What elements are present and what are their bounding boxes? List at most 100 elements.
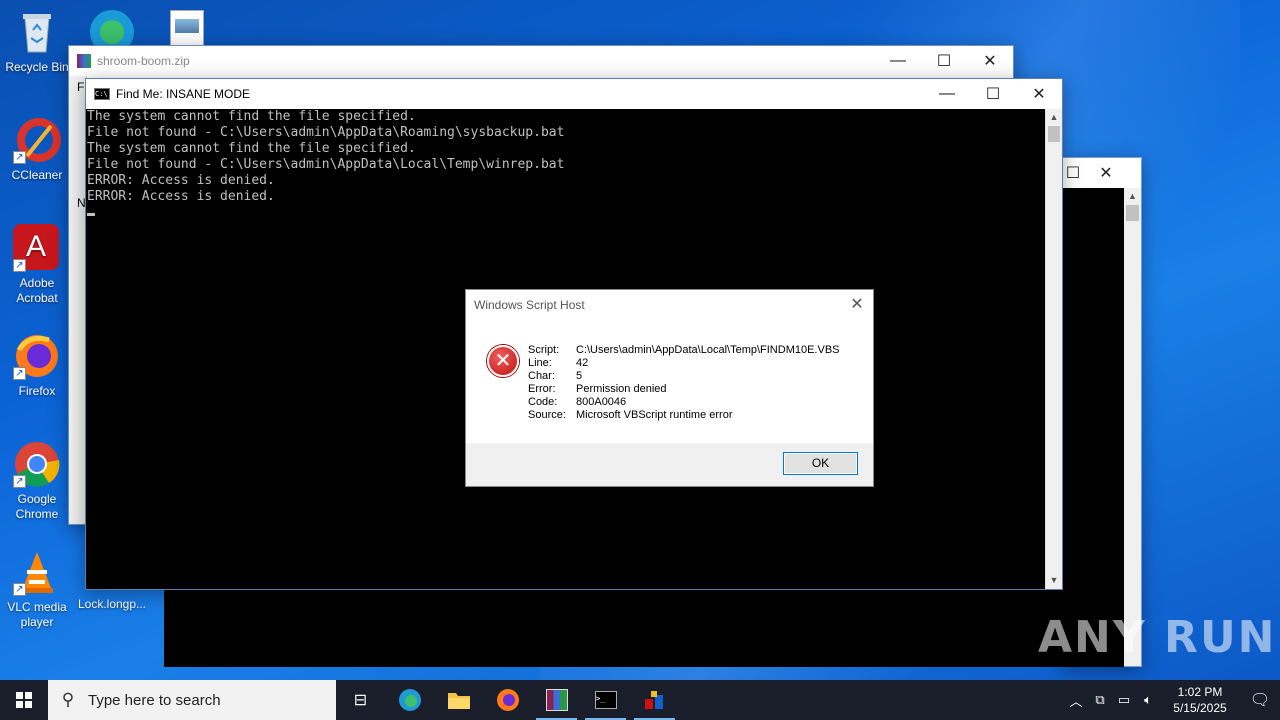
console-line: The system cannot find the file specifie… xyxy=(87,141,416,156)
close-button[interactable]: ✕ xyxy=(1016,79,1062,109)
minimize-icon: — xyxy=(939,85,955,102)
close-button[interactable]: ✕ xyxy=(967,46,1013,76)
desktop-icon-adobe-acrobat[interactable]: A ↗ Adobe Acrobat xyxy=(0,224,74,306)
field-value: C:\Users\admin\AppData\Local\Temp\FINDM1… xyxy=(576,344,840,356)
window-title: Find Me: INSANE MODE xyxy=(116,87,251,101)
console-line: File not found - C:\Users\admin\AppData\… xyxy=(87,125,565,140)
console-line: ERROR: Access is denied. xyxy=(87,173,275,188)
recycle-bin-icon xyxy=(13,8,61,56)
anyrun-watermark: ANY RUN xyxy=(1038,612,1277,663)
scroll-thumb[interactable] xyxy=(1048,126,1060,142)
close-icon: ✕ xyxy=(983,53,997,70)
error-details: Script: C:\Users\admin\AppData\Local\Temp… xyxy=(528,344,840,422)
field-label: Char: xyxy=(528,370,555,382)
taskbar-file-explorer-button[interactable] xyxy=(434,680,483,720)
desktop-icon-ccleaner[interactable]: ↗ CCleaner xyxy=(0,116,74,183)
search-placeholder: Type here to search xyxy=(88,691,221,709)
scroll-down-icon[interactable]: ▼ xyxy=(1046,572,1062,589)
edge-desktop-icon[interactable] xyxy=(86,6,138,54)
firefox-icon: ↗ xyxy=(13,332,61,380)
desktop-icon-label: Firefox xyxy=(18,384,56,398)
vertical-scrollbar[interactable]: ▲ ▼ xyxy=(1045,109,1062,589)
scroll-up-icon[interactable]: ▲ xyxy=(1046,109,1062,126)
close-icon: ✕ xyxy=(1032,86,1046,103)
maximize-icon: ☐ xyxy=(985,86,1001,103)
clock-time: 1:02 PM xyxy=(1177,685,1223,699)
firefox-icon xyxy=(496,689,519,711)
volume-icon[interactable]: 🔈︎ xyxy=(1136,692,1160,708)
taskbar-winrar-button[interactable] xyxy=(532,680,581,720)
chevron-up-icon[interactable]: ︿ xyxy=(1064,691,1088,710)
close-icon: ✕ xyxy=(1099,165,1113,182)
vertical-scrollbar[interactable]: ▲ xyxy=(1124,188,1141,666)
text-cursor xyxy=(87,213,95,216)
desktop-icon-vlc[interactable]: ↗ VLC media player xyxy=(0,548,74,630)
network-icon[interactable]: ⧉ xyxy=(1088,692,1112,708)
winrar-icon xyxy=(77,54,91,68)
field-value: 800A0046 xyxy=(576,396,627,408)
scroll-thumb[interactable] xyxy=(1126,205,1139,221)
adobe-acrobat-icon: A ↗ xyxy=(13,224,61,272)
titlebar: shroom-boom.zip — ☐ ✕ xyxy=(69,46,1013,76)
desktop-icon-firefox[interactable]: ↗ Firefox xyxy=(0,332,74,399)
field-label: Source: xyxy=(528,409,566,421)
maximize-button[interactable]: ☐ xyxy=(970,79,1016,109)
field-value: 5 xyxy=(576,370,583,382)
windows-logo-icon xyxy=(16,692,32,708)
field-label: Error: xyxy=(528,383,556,395)
task-view-button[interactable]: ⊟ xyxy=(336,680,385,720)
dialog-close-button[interactable]: ✕ xyxy=(847,294,867,316)
minimize-button[interactable]: — xyxy=(875,46,921,76)
dialog-title: Windows Script Host xyxy=(474,298,585,312)
desktop-icon-label: CCleaner xyxy=(11,168,63,182)
desktop-icon-recycle-bin[interactable]: Recycle Bin xyxy=(0,8,74,75)
console-line: File not found - C:\Users\admin\AppData\… xyxy=(87,157,565,172)
taskbar-console-button[interactable]: >_ xyxy=(581,680,630,720)
command-prompt-icon: C:\ xyxy=(94,88,110,100)
start-button[interactable] xyxy=(0,680,48,720)
minimize-icon: — xyxy=(890,52,906,69)
scroll-up-icon[interactable]: ▲ xyxy=(1124,188,1141,205)
windows-script-host-dialog[interactable]: Windows Script Host ✕ ✕ Script: C:\Users\… xyxy=(465,289,874,487)
taskbar-firefox-button[interactable] xyxy=(483,680,532,720)
image-file-icon[interactable] xyxy=(170,10,204,46)
maximize-button[interactable]: ☐ xyxy=(1063,158,1083,188)
close-button[interactable]: ✕ xyxy=(1083,158,1129,188)
desktop-icon-label: VLC media player xyxy=(7,600,67,629)
error-field-row: Script: C:\Users\admin\AppData\Local\Temp… xyxy=(528,344,840,357)
window-title: shroom-boom.zip xyxy=(97,54,190,68)
desktop-icon-label: Recycle Bin xyxy=(5,60,69,74)
task-view-icon: ⊟ xyxy=(353,692,368,709)
ccleaner-icon: ↗ xyxy=(13,116,61,164)
shortcut-arrow-icon: ↗ xyxy=(13,367,26,380)
field-value: 42 xyxy=(576,357,589,369)
maximize-button[interactable]: ☐ xyxy=(921,46,967,76)
taskbar-edge-button[interactable] xyxy=(385,680,434,720)
vlc-icon: ↗ xyxy=(13,548,61,596)
monitor-icon[interactable]: ▭ xyxy=(1112,692,1136,708)
shortcut-arrow-icon: ↗ xyxy=(13,583,26,596)
error-field-row: Line: 42 xyxy=(528,357,840,370)
field-value: Microsoft VBScript runtime error xyxy=(576,409,733,421)
background-console-output xyxy=(164,589,1124,667)
minimize-button[interactable]: — xyxy=(924,79,970,109)
folder-icon xyxy=(447,693,470,709)
desktop-icon-label: Lock.longp... xyxy=(77,597,147,611)
taskbar-script-host-button[interactable] xyxy=(630,680,679,720)
field-label: Code: xyxy=(528,396,558,408)
menu-fragment[interactable]: Fi xyxy=(69,76,87,98)
shortcut-arrow-icon: ↗ xyxy=(13,259,26,272)
titlebar: ☐ ✕ xyxy=(1063,158,1141,188)
console-line: ERROR: Access is denied. xyxy=(87,189,275,204)
desktop-icon-google-chrome[interactable]: ↗ Google Chrome xyxy=(0,440,74,522)
ok-button[interactable]: OK xyxy=(783,452,858,475)
edge-icon xyxy=(398,689,421,711)
maximize-icon: ☐ xyxy=(936,53,952,70)
field-value: Permission denied xyxy=(576,383,667,395)
taskbar-clock[interactable]: 1:02 PM 5/15/2025 xyxy=(1160,684,1240,716)
taskbar-search-box[interactable]: ⚲ Type here to search xyxy=(48,680,336,720)
error-field-row: Error: Permission denied xyxy=(528,383,840,396)
error-icon: ✕ xyxy=(487,345,519,377)
maximize-icon: ☐ xyxy=(1065,165,1081,182)
notification-icon[interactable]: 🗨︎ xyxy=(1240,690,1280,710)
